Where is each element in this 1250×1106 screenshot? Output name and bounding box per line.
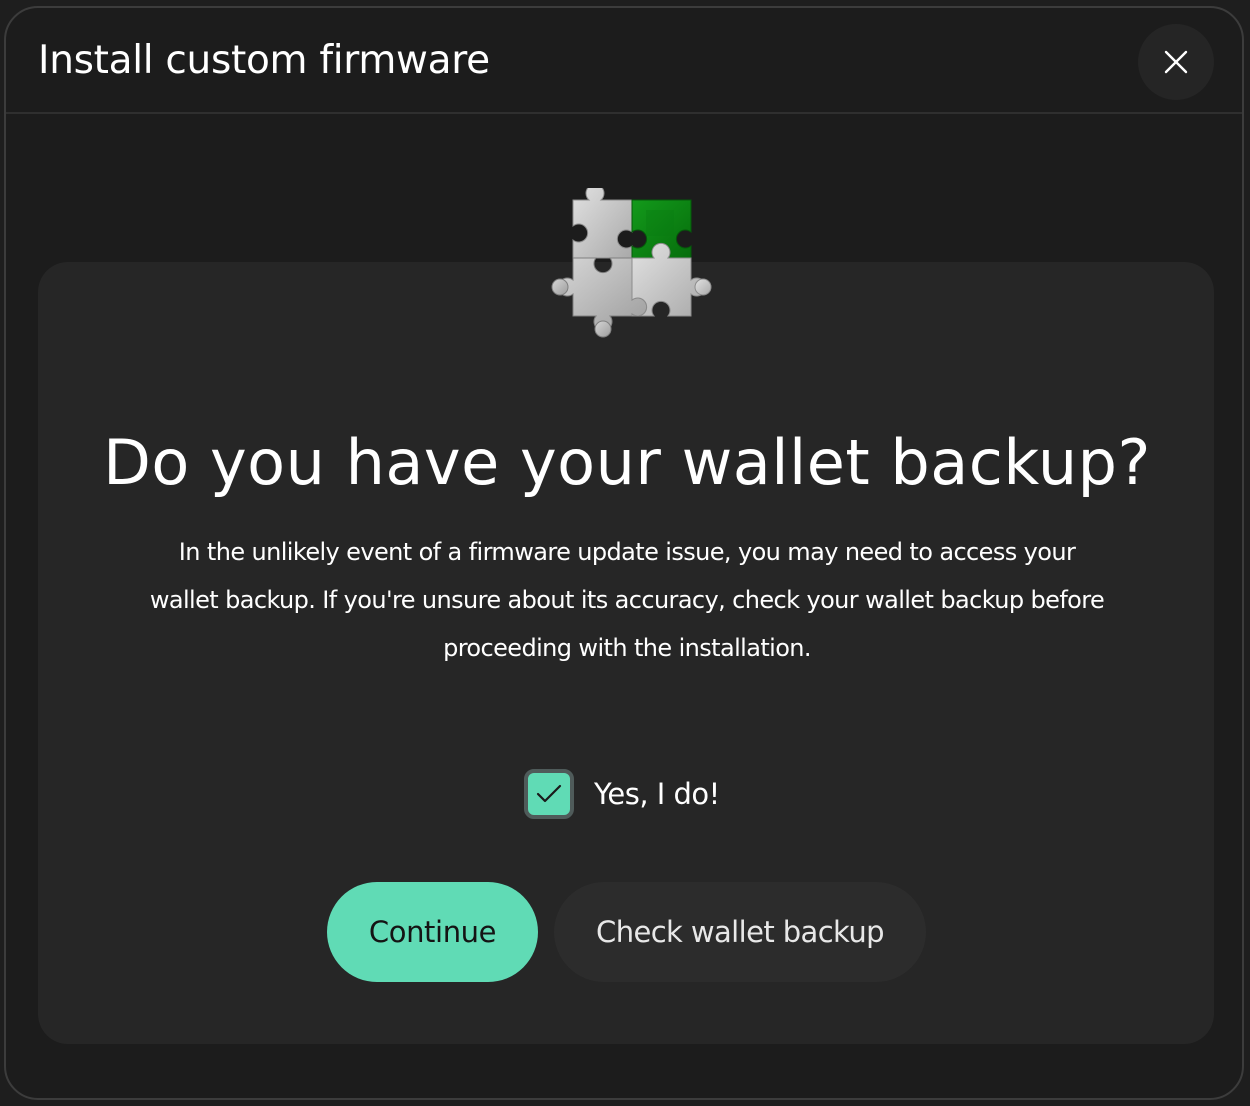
close-icon <box>1164 50 1188 74</box>
check-wallet-backup-button[interactable]: Check wallet backup <box>554 882 926 982</box>
description-text: In the unlikely event of a firmware upda… <box>149 538 1105 662</box>
backup-confirmation[interactable]: Yes, I do! <box>524 762 720 826</box>
continue-button[interactable]: Continue <box>327 882 538 982</box>
question-heading: Do you have your wallet backup? <box>103 426 1151 499</box>
backup-checkbox[interactable] <box>524 769 574 819</box>
modal-header: Install custom firmware <box>6 8 1242 114</box>
checkbox-label[interactable]: Yes, I do! <box>594 777 720 811</box>
modal-title: Install custom firmware <box>38 38 490 83</box>
install-firmware-modal: Install custom firmware Do you have your… <box>4 6 1244 1100</box>
close-button[interactable] <box>1138 24 1214 100</box>
checkmark-icon <box>536 784 562 803</box>
puzzle-pieces-icon <box>551 188 712 338</box>
